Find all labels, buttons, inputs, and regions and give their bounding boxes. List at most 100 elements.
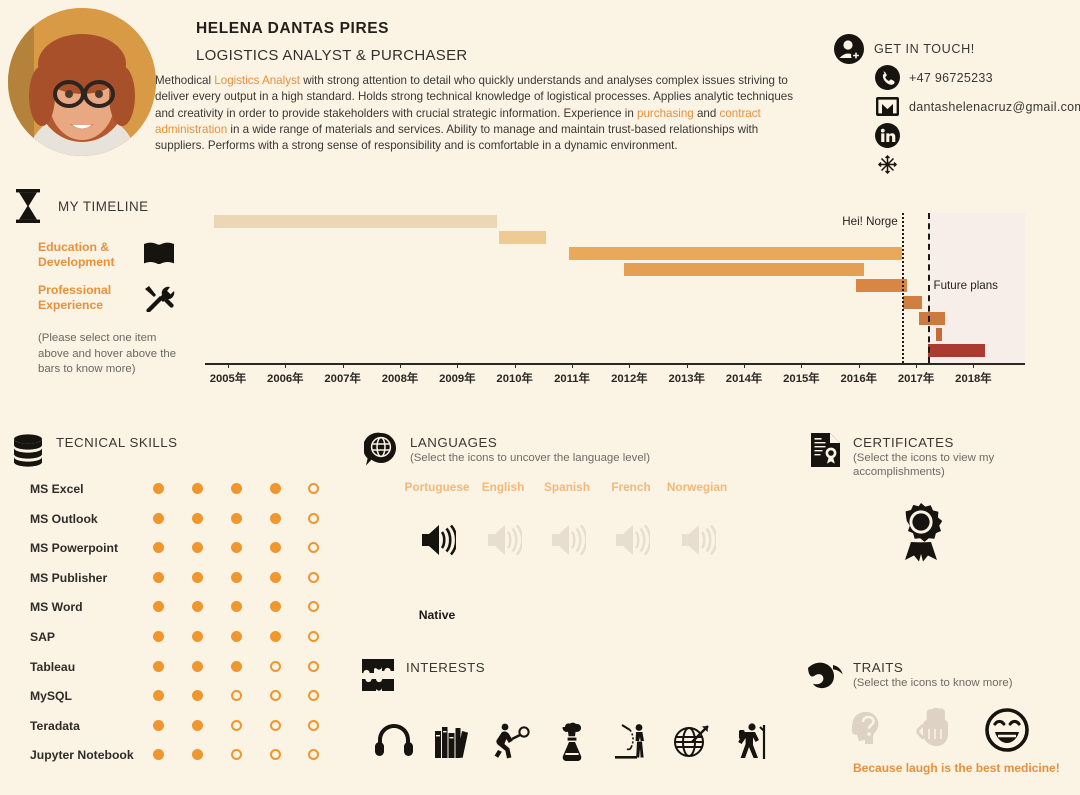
language-speaker-icon[interactable] xyxy=(612,520,652,565)
skill-dot-filled xyxy=(270,571,281,583)
skill-dot-filled xyxy=(192,690,203,702)
language-name: Portuguese xyxy=(404,480,470,494)
smiley-laugh-icon[interactable] xyxy=(985,708,1029,757)
certificates-title: CERTIFICATES xyxy=(853,435,954,450)
skill-dot-filled xyxy=(192,719,203,731)
axis-tick-label: 2011年 xyxy=(554,373,590,385)
skill-dot-filled xyxy=(270,601,281,613)
skill-name: Jupyter Notebook xyxy=(30,748,134,763)
axis-tick-label: 2012年 xyxy=(611,373,648,385)
books-icon[interactable] xyxy=(432,722,472,765)
hiking-icon[interactable] xyxy=(734,722,770,767)
timeline-bar[interactable] xyxy=(498,231,547,245)
skill-dot-filled xyxy=(231,601,242,613)
user-add-icon xyxy=(832,32,866,66)
contact-header: GET IN TOUCH! xyxy=(832,32,1080,66)
language-speaker-icon[interactable] xyxy=(678,520,718,565)
headphones-icon[interactable] xyxy=(374,722,414,763)
timeline-bar[interactable] xyxy=(936,327,942,341)
globe-speech-icon xyxy=(362,430,402,470)
contact-email-row[interactable]: dantashelenacruz@gmail.com xyxy=(832,92,1080,121)
database-icon xyxy=(8,430,48,470)
skill-name: MS Word xyxy=(30,600,83,615)
curious-head-icon[interactable] xyxy=(845,708,889,755)
skill-dot-filled xyxy=(270,483,281,494)
skill-row: MS Powerpoint xyxy=(30,537,330,567)
axis-tick-label: 2015年 xyxy=(783,373,820,385)
contact-section: GET IN TOUCH! +47 96725233 dantashelenac… xyxy=(832,32,1080,179)
contact-phone-row[interactable]: +47 96725233 xyxy=(832,63,1080,92)
cooking-icon[interactable] xyxy=(552,722,592,767)
axis-line xyxy=(205,363,1025,365)
axis-tick xyxy=(514,363,516,368)
languages-title: LANGUAGES xyxy=(410,435,498,450)
bio-paragraph: Methodical Logistics Analyst with strong… xyxy=(155,73,797,154)
skill-dot-empty xyxy=(308,630,319,642)
interests-title: INTERESTS xyxy=(406,660,486,675)
contact-phone-label: +47 96725233 xyxy=(909,70,993,85)
award-ribbon-icon[interactable] xyxy=(893,502,949,569)
language-speaker-icon[interactable] xyxy=(418,520,458,565)
skill-row: Tableau xyxy=(30,656,330,686)
traits-header: TRAITS (Select the icons to know more) xyxy=(805,655,1013,695)
timeline-bar[interactable] xyxy=(569,247,902,261)
axis-tick-label: 2017年 xyxy=(897,373,935,385)
skill-dot-empty xyxy=(231,749,242,761)
book-icon[interactable] xyxy=(142,241,176,265)
page-title: HELENA DANTAS PIRES xyxy=(196,20,390,37)
axis-tick-label: 2008年 xyxy=(381,373,419,385)
timeline-bar[interactable] xyxy=(855,279,908,293)
timeline-legend-item-education[interactable]: Education & Development xyxy=(38,240,208,269)
language-speaker-icon[interactable] xyxy=(548,520,588,565)
timeline-legend-label: Education & Development xyxy=(38,240,115,269)
axis-tick xyxy=(686,363,688,368)
skill-name: MS Excel xyxy=(30,482,84,496)
axis-tick-label: 2009年 xyxy=(439,373,476,385)
travel-globe-icon[interactable] xyxy=(672,722,712,765)
linkedin-icon[interactable] xyxy=(874,122,901,149)
timeline-bar[interactable] xyxy=(927,343,985,357)
skill-dot-empty xyxy=(270,719,281,731)
skill-dot-filled xyxy=(231,483,242,494)
skill-dot-filled xyxy=(231,630,242,642)
timeline-bar[interactable] xyxy=(623,263,865,277)
axis-tick xyxy=(285,363,287,368)
traits-title: TRAITS xyxy=(853,660,904,675)
timeline-header: MY TIMELINE xyxy=(8,186,149,226)
language-speaker-icon[interactable] xyxy=(484,520,524,565)
axis-tick xyxy=(801,363,803,368)
skill-name: Tableau xyxy=(30,659,76,674)
timeline-legend-label: Professional Experience xyxy=(38,283,112,312)
skill-name: SAP xyxy=(30,629,56,644)
axis-tick-label: 2014年 xyxy=(725,373,763,385)
certificates-header: CERTIFICATES (Select the icons to view m… xyxy=(805,430,1080,479)
timeline-legend-item-experience[interactable]: Professional Experience xyxy=(38,283,208,312)
sports-ball-icon[interactable] xyxy=(492,722,532,765)
hourglass-icon xyxy=(8,186,48,226)
skill-row: MS Excel xyxy=(30,478,330,508)
snowflake-icon[interactable] xyxy=(874,151,901,178)
timeline-legend: Education & Development Professional Exp… xyxy=(38,240,208,326)
axis-tick-label: 2006年 xyxy=(267,373,304,385)
skill-dot-empty xyxy=(231,690,242,702)
skill-dot-filled xyxy=(153,601,164,613)
skill-dot-empty xyxy=(308,690,319,702)
languages-header: LANGUAGES (Select the icons to uncover t… xyxy=(362,430,650,470)
skill-dot-filled xyxy=(231,542,242,554)
timeline-bar[interactable] xyxy=(918,311,945,325)
axis-tick-label: 2013年 xyxy=(668,373,705,385)
timeline-bar[interactable] xyxy=(902,295,922,309)
skill-dot-empty xyxy=(308,719,319,731)
axis-tick xyxy=(916,363,918,368)
axis-tick-label: 2018年 xyxy=(955,373,992,385)
skill-dot-filled xyxy=(192,542,203,554)
contact-extra-row[interactable] xyxy=(832,150,1080,179)
skill-row: MS Outlook xyxy=(30,508,330,538)
tools-icon[interactable] xyxy=(142,284,176,312)
hands-on-gloves-icon[interactable] xyxy=(915,707,959,753)
contact-linkedin-row[interactable] xyxy=(832,121,1080,150)
fishing-icon[interactable] xyxy=(612,722,652,767)
timeline-bar[interactable] xyxy=(213,215,498,228)
timeline-chart: Hei! Norge Future plans xyxy=(205,213,1025,363)
language-name: French xyxy=(611,480,651,494)
